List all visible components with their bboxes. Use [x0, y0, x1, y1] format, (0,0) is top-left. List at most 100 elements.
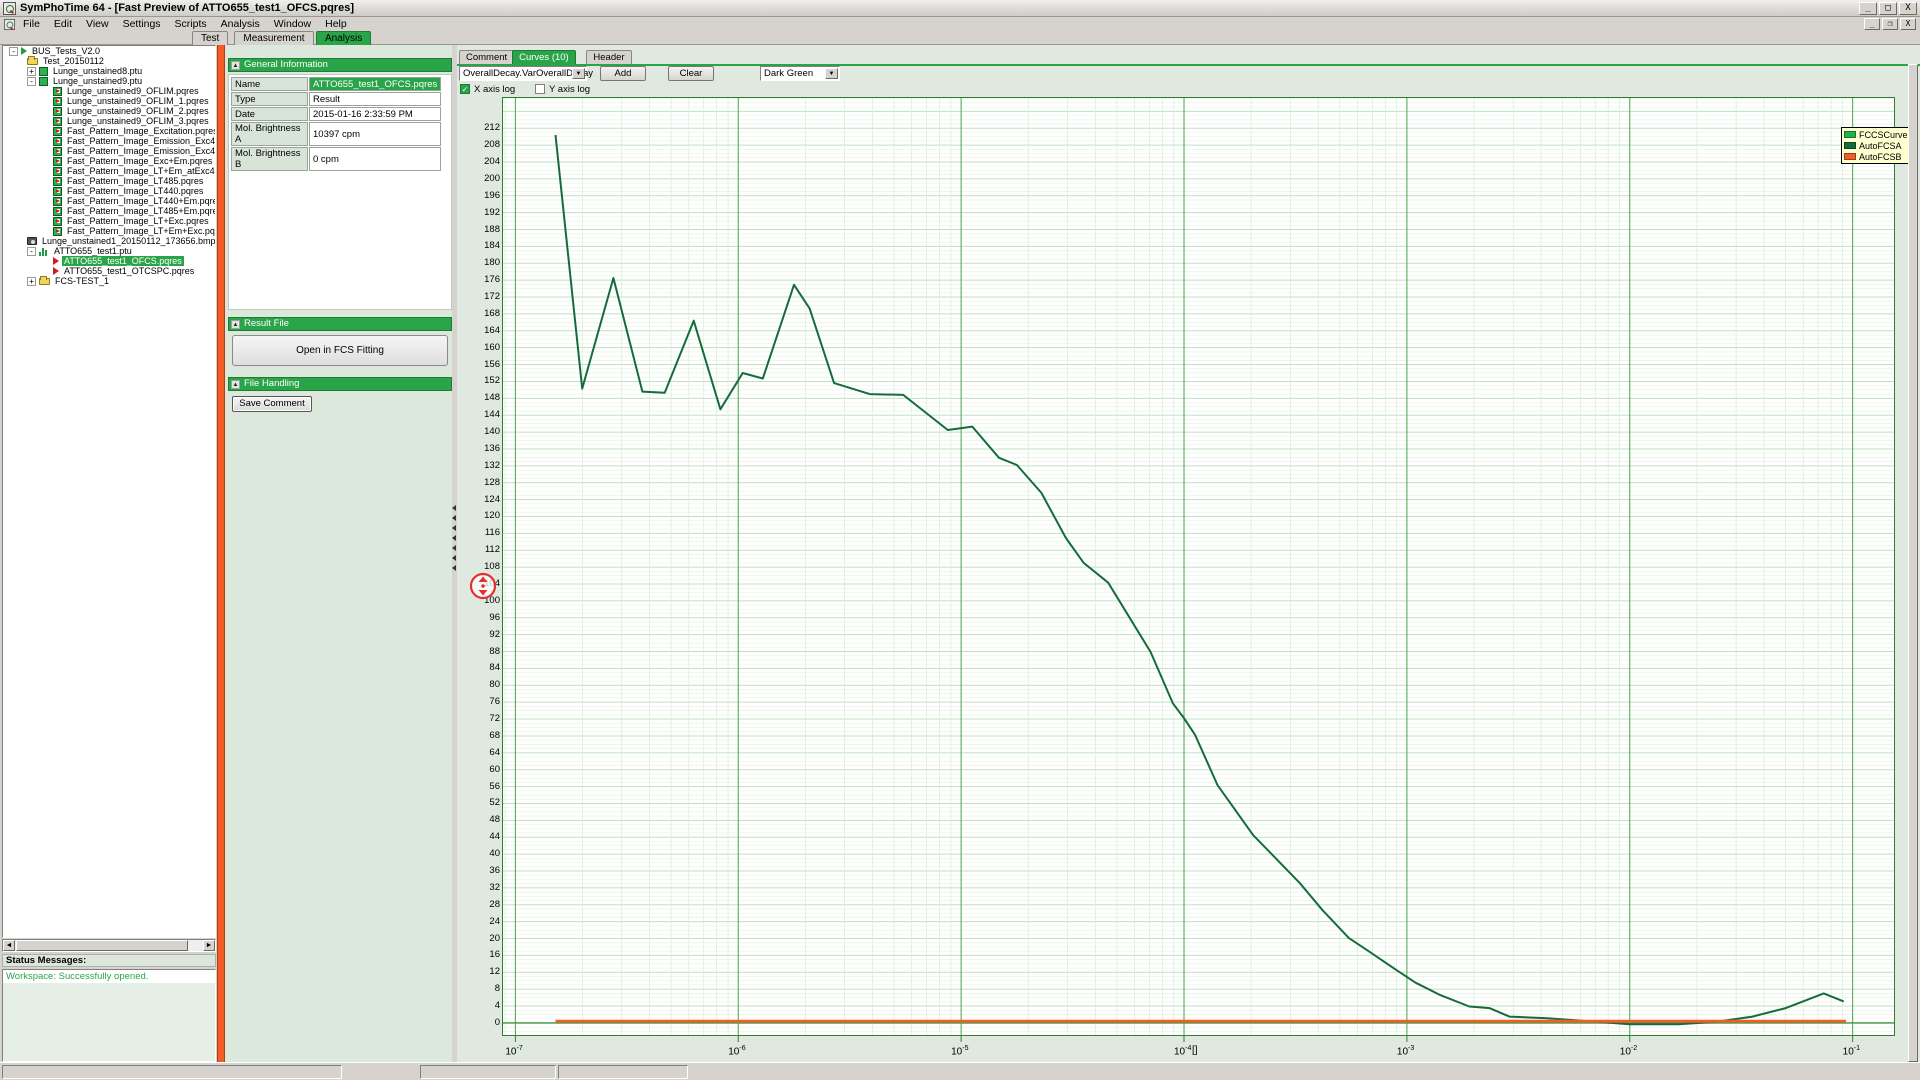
tab-test[interactable]: Test	[192, 31, 228, 45]
chevron-down-icon[interactable]: ▼	[825, 68, 838, 79]
collapse-arrow-icon[interactable]: ▲	[231, 320, 240, 329]
y-tick-label: 164	[460, 326, 500, 336]
tree-item[interactable]: Lunge_unstained9_OFLIM.pqres	[3, 86, 215, 96]
scrollbar-thumb[interactable]	[16, 940, 188, 951]
menu-edit[interactable]: Edit	[47, 18, 79, 30]
mdi-restore-button[interactable]: ❐	[1882, 18, 1898, 30]
tree-item[interactable]: -Lunge_unstained9.ptu	[3, 76, 215, 86]
pqres-icon	[53, 97, 62, 106]
tree-item[interactable]: Fast_Pattern_Image_LT+Exc.pqres	[3, 216, 215, 226]
tree-item[interactable]: Fast_Pattern_Image_LT+Em_atExc485.pqres	[3, 166, 215, 176]
tree-item[interactable]: +FCS-TEST_1	[3, 276, 215, 286]
file-handling-title: File Handling	[244, 378, 299, 390]
tree-item[interactable]: Fast_Pattern_Image_LT485.pqres	[3, 176, 215, 186]
add-button[interactable]: Add	[600, 66, 646, 81]
ptu-histogram-icon	[39, 247, 49, 256]
pan-scroll-icon	[469, 572, 497, 600]
right-scrollbar-strip[interactable]	[1908, 64, 1918, 1062]
tree-item[interactable]: + Lunge_unstained8.ptu	[3, 66, 215, 76]
tree-item[interactable]: Fast_Pattern_Image_LT+Em+Exc.pqres	[3, 226, 215, 236]
tree-item[interactable]: Lunge_unstained9_OFLIM_3.pqres	[3, 116, 215, 126]
y-tick-label: 52	[460, 798, 500, 808]
tree-item[interactable]: Fast_Pattern_Image_LT485+Em.pqres	[3, 206, 215, 216]
tree-item[interactable]: Lunge_unstained9_OFLIM_1.pqres	[3, 96, 215, 106]
result-file-header[interactable]: ▲ Result File	[228, 317, 452, 331]
splitter-arrow-icon[interactable]	[452, 555, 456, 561]
tree-item[interactable]: Lunge_unstained1_20150112_173656.bmp	[3, 236, 215, 246]
menu-analysis[interactable]: Analysis	[214, 18, 267, 30]
tab-curves-10-[interactable]: Curves (10)	[512, 50, 576, 64]
color-selector-dropdown[interactable]: Dark Green ▼	[760, 66, 840, 81]
menu-file[interactable]: File	[16, 18, 47, 30]
tree-item-label: Lunge_unstained8.ptu	[51, 66, 144, 76]
general-information-header[interactable]: ▲ General Information	[228, 58, 452, 72]
menu-view[interactable]: View	[79, 18, 116, 30]
tree-item[interactable]: ATTO655_test1_OTCSPC.pqres	[3, 266, 215, 276]
info-value: 2015-01-16 2:33:59 PM	[309, 107, 441, 121]
collapse-icon[interactable]: -	[27, 247, 36, 256]
tree-item-label: Fast_Pattern_Image_Emission_Exc485.pqres	[65, 146, 216, 156]
pqres-icon	[53, 207, 62, 216]
y-axis-log-checkbox[interactable]	[535, 84, 545, 94]
tree-item[interactable]: Fast_Pattern_Image_Exc+Em.pqres	[3, 156, 215, 166]
splitter-arrow-icon[interactable]	[452, 525, 456, 531]
expand-icon[interactable]: +	[27, 277, 36, 286]
window-controls: _ □ X	[1859, 2, 1917, 15]
tree-item[interactable]: Fast_Pattern_Image_LT440+Em.pqres	[3, 196, 215, 206]
tree-splitter[interactable]	[217, 45, 225, 1062]
y-tick-label: 120	[460, 511, 500, 521]
x-axis-log-checkbox[interactable]: ✓	[460, 84, 470, 94]
mdi-close-button[interactable]: X	[1900, 18, 1916, 30]
close-button[interactable]: X	[1899, 2, 1917, 15]
tree-item[interactable]: Fast_Pattern_Image_Emission_Exc440.pqres	[3, 136, 215, 146]
pqres-icon	[53, 217, 62, 226]
tree-item[interactable]: Lunge_unstained9_OFLIM_2.pqres	[3, 106, 215, 116]
menu-scripts[interactable]: Scripts	[168, 18, 214, 30]
splitter-arrow-icon[interactable]	[452, 505, 456, 511]
collapse-icon[interactable]: -	[9, 47, 18, 56]
menu-help[interactable]: Help	[318, 18, 354, 30]
save-comment-button[interactable]: Save Comment	[232, 396, 312, 412]
collapse-arrow-icon[interactable]: ▲	[231, 61, 240, 70]
tree-item-label: Fast_Pattern_Image_Exc+Em.pqres	[65, 156, 214, 166]
pqres-icon	[53, 147, 62, 156]
expand-icon[interactable]: +	[27, 67, 36, 76]
collapse-arrow-icon[interactable]: ▲	[231, 380, 240, 389]
clear-button[interactable]: Clear	[668, 66, 714, 81]
pqres-icon	[53, 187, 62, 196]
y-tick-label: 28	[460, 900, 500, 910]
tab-measurement[interactable]: Measurement	[234, 31, 313, 45]
scroll-right-arrow-icon[interactable]: ►	[203, 940, 215, 951]
table-row: TypeResult	[231, 92, 441, 106]
fcs-curve-plot[interactable]	[502, 97, 1895, 1044]
splitter-arrow-icon[interactable]	[452, 515, 456, 521]
tab-header[interactable]: Header	[586, 50, 631, 64]
collapse-icon[interactable]: -	[27, 77, 36, 86]
tree-item[interactable]: Test_20150112	[3, 56, 215, 66]
tree-item[interactable]: Fast_Pattern_Image_Emission_Exc485.pqres	[3, 146, 215, 156]
menu-window[interactable]: Window	[267, 18, 318, 30]
mdi-minimize-button[interactable]: _	[1864, 18, 1880, 30]
open-in-fcs-fitting-button[interactable]: Open in FCS Fitting	[232, 335, 448, 366]
tree-item[interactable]: ATTO655_test1_OFCS.pqres	[3, 256, 215, 266]
file-handling-header[interactable]: ▲ File Handling	[228, 377, 452, 391]
minimize-button[interactable]: _	[1859, 2, 1877, 15]
splitter-arrow-icon[interactable]	[452, 565, 456, 571]
tree-item[interactable]: -BUS_Tests_V2.0	[3, 46, 215, 56]
tab-analysis[interactable]: Analysis	[316, 31, 371, 45]
menu-settings[interactable]: Settings	[116, 18, 168, 30]
tree-horizontal-scrollbar[interactable]: ◄ ►	[2, 939, 216, 952]
tree-item[interactable]: -ATTO655_test1.ptu	[3, 246, 215, 256]
splitter-arrow-icon[interactable]	[452, 545, 456, 551]
splitter-arrow-icon[interactable]	[452, 535, 456, 541]
scroll-left-arrow-icon[interactable]: ◄	[3, 940, 15, 951]
maximize-button[interactable]: □	[1879, 2, 1897, 15]
pqres-icon	[53, 87, 62, 96]
tree-item[interactable]: Fast_Pattern_Image_Excitation.pqres	[3, 126, 215, 136]
curve-selector-dropdown[interactable]: OverallDecay.VarOverallDecay ▼	[459, 66, 587, 81]
pqres-icon	[53, 137, 62, 146]
tab-comment[interactable]: Comment	[459, 50, 514, 64]
chevron-down-icon[interactable]: ▼	[572, 68, 585, 79]
tree-item[interactable]: Fast_Pattern_Image_LT440.pqres	[3, 186, 215, 196]
y-tick-label: 32	[460, 883, 500, 893]
